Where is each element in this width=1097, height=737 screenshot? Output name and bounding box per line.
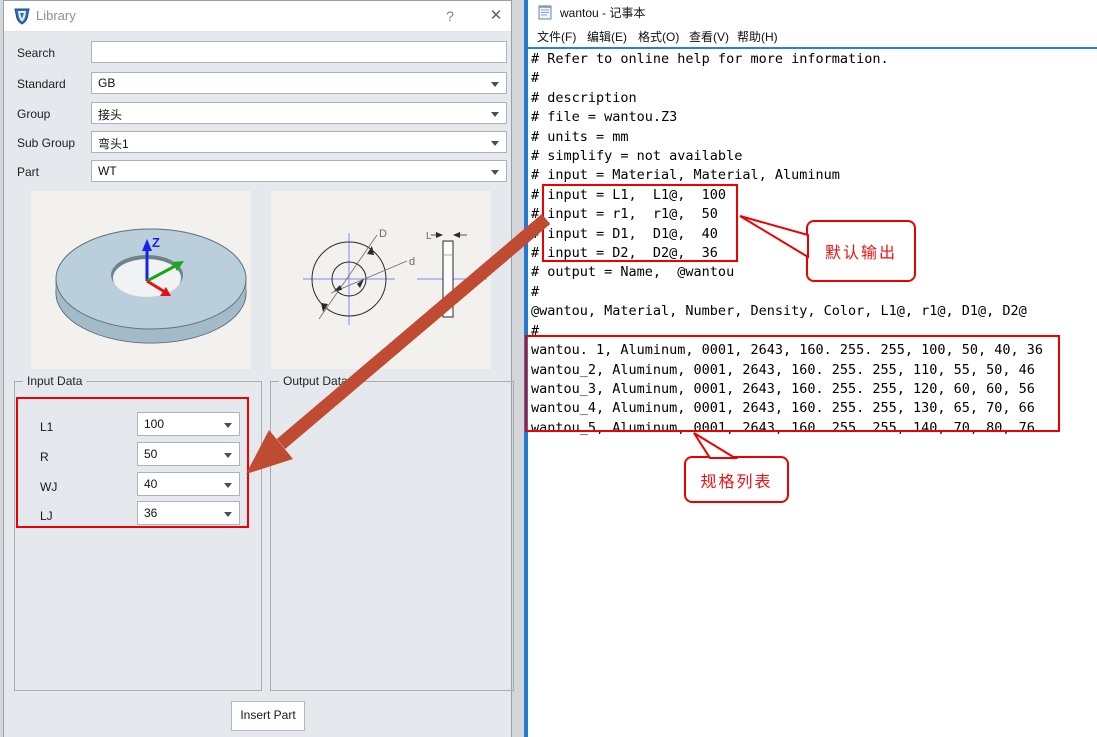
close-icon[interactable]: ✕ <box>483 5 509 27</box>
library-app-icon <box>13 7 31 25</box>
output-data-title: Output Data <box>279 374 352 388</box>
input-data-title: Input Data <box>23 374 86 388</box>
library-dialog-window: Library ? ✕ Search Standard GB Group 接头 … <box>3 0 512 737</box>
sub-group-combobox[interactable]: 弯头1 <box>91 131 507 153</box>
search-label: Search <box>17 46 55 60</box>
standard-value: GB <box>98 76 115 90</box>
group-combobox[interactable]: 接头 <box>91 102 507 124</box>
library-titlebar[interactable]: Library ? ✕ <box>4 1 511 32</box>
dim-thickness-label: L <box>426 231 432 242</box>
group-label: Group <box>17 107 50 121</box>
part-3d-preview: Z <box>31 191 251 369</box>
chevron-down-icon[interactable] <box>491 112 499 117</box>
notepad-titlebar[interactable]: wantou - 记事本 <box>528 0 1097 24</box>
chevron-down-icon[interactable] <box>491 141 499 146</box>
part-2d-drawing-preview: D d L <box>271 191 491 369</box>
help-button[interactable]: ? <box>437 5 463 27</box>
dim-inner-label: d <box>409 256 415 268</box>
library-window-title: Library <box>36 8 76 23</box>
part-value: WT <box>98 164 117 178</box>
washer-3d-image: Z <box>31 191 251 369</box>
axis-z-glyph: Z <box>152 235 160 250</box>
group-value: 接头 <box>98 106 122 123</box>
callout-spec-list: 规格列表 <box>684 456 789 503</box>
dim-outer-label: D <box>379 228 387 240</box>
menu-file[interactable]: 文件(F) <box>537 28 576 45</box>
callout-default-output: 默认输出 <box>806 220 916 282</box>
input-lines-highlight-box <box>542 184 738 262</box>
insert-part-button[interactable]: Insert Part <box>231 701 305 731</box>
standard-combobox[interactable]: GB <box>91 72 507 94</box>
part-label: Part <box>17 165 39 179</box>
part-combobox[interactable]: WT <box>91 160 507 182</box>
output-data-groupbox: Output Data <box>270 381 514 691</box>
search-input[interactable] <box>91 41 507 63</box>
menu-help[interactable]: 帮助(H) <box>737 28 778 45</box>
notepad-menubar: 文件(F) 编辑(E) 格式(O) 查看(V) 帮助(H) <box>528 24 1097 48</box>
accent-divider <box>528 47 1097 49</box>
notepad-icon <box>537 4 553 20</box>
sub-group-label: Sub Group <box>17 136 75 150</box>
input-data-highlight-box <box>16 397 249 528</box>
chevron-down-icon[interactable] <box>491 170 499 175</box>
standard-label: Standard <box>17 77 66 91</box>
notepad-window-title: wantou - 记事本 <box>560 4 645 21</box>
chevron-down-icon[interactable] <box>491 82 499 87</box>
washer-2d-drawing: D d L <box>271 191 491 369</box>
menu-view[interactable]: 查看(V) <box>689 28 729 45</box>
screenshot-stage: Library ? ✕ Search Standard GB Group 接头 … <box>0 0 1097 737</box>
sub-group-value: 弯头1 <box>98 135 129 152</box>
menu-format[interactable]: 格式(O) <box>638 28 679 45</box>
menu-edit[interactable]: 编辑(E) <box>587 28 627 45</box>
spec-list-highlight-box <box>525 335 1060 432</box>
